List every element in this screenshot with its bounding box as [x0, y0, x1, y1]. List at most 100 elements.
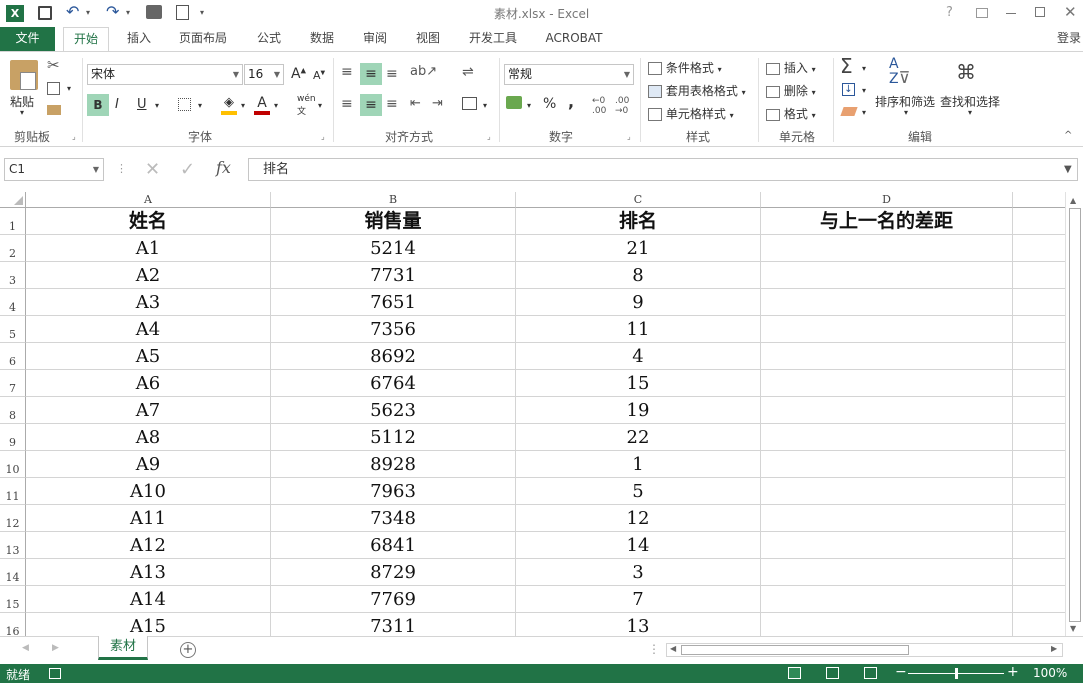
clipboard-launcher-icon[interactable]: ⌟: [72, 132, 76, 141]
align-right-icon[interactable]: ≡: [386, 96, 398, 112]
table-cell[interactable]: [761, 289, 1013, 316]
vertical-scrollbar[interactable]: ▲ ▼: [1065, 192, 1083, 636]
copy-icon[interactable]: [47, 82, 60, 95]
table-cell[interactable]: 12: [516, 505, 761, 532]
row-header[interactable]: 7: [0, 370, 26, 397]
horizontal-scroll-thumb[interactable]: [681, 645, 909, 655]
row-header[interactable]: 16: [0, 613, 26, 636]
copy-dropdown-icon[interactable]: ▾: [67, 84, 71, 93]
table-cell[interactable]: A11: [26, 505, 271, 532]
table-cell[interactable]: [1013, 613, 1065, 636]
table-cell[interactable]: 8928: [271, 451, 516, 478]
collapse-ribbon-icon[interactable]: ^: [1064, 130, 1072, 141]
row-header[interactable]: 11: [0, 478, 26, 505]
underline-button[interactable]: U: [137, 97, 147, 112]
align-center-icon[interactable]: ≡: [360, 94, 382, 116]
format-as-table-button[interactable]: 套用表格格式 ▾: [648, 82, 746, 99]
table-cell[interactable]: [1013, 370, 1065, 397]
table-cell[interactable]: 5: [516, 478, 761, 505]
align-left-icon[interactable]: ≡: [341, 96, 353, 112]
table-cell[interactable]: A8: [26, 424, 271, 451]
table-cell[interactable]: [761, 316, 1013, 343]
table-cell[interactable]: [761, 532, 1013, 559]
percent-button[interactable]: %: [543, 96, 556, 112]
zoom-in-button[interactable]: +: [1007, 664, 1019, 680]
table-cell[interactable]: 21: [516, 235, 761, 262]
column-header[interactable]: A: [26, 192, 271, 208]
fill-color-icon[interactable]: ◈: [221, 95, 237, 115]
minimize-button[interactable]: [1006, 13, 1016, 14]
table-cell[interactable]: [1013, 478, 1065, 505]
format-cells-button[interactable]: 格式 ▾: [766, 105, 816, 122]
clear-dropdown-icon[interactable]: ▾: [862, 108, 866, 117]
worksheet-grid[interactable]: ABCD 1 2 3 4 5 6 7 8 9 10 11 12 13 14 15 16 姓名 销售量 排名 与上一名…: [0, 192, 1065, 636]
table-cell[interactable]: A15: [26, 613, 271, 636]
decrease-indent-icon[interactable]: ⇤: [410, 96, 421, 111]
table-cell[interactable]: [761, 559, 1013, 586]
column-header[interactable]: D: [761, 192, 1013, 208]
table-cell[interactable]: A3: [26, 289, 271, 316]
sort-filter-dropdown-icon[interactable]: ▾: [904, 108, 908, 117]
header-cell[interactable]: 与上一名的差距: [761, 208, 1013, 235]
table-cell[interactable]: 15: [516, 370, 761, 397]
decrease-decimal-icon[interactable]: .00 →0: [615, 96, 629, 116]
vertical-scroll-thumb[interactable]: [1069, 208, 1081, 622]
formula-bar-options-icon[interactable]: ⋮: [116, 162, 127, 175]
phonetic-icon[interactable]: wén 文: [297, 94, 316, 117]
table-cell[interactable]: [1013, 559, 1065, 586]
row-header[interactable]: 9: [0, 424, 26, 451]
table-cell[interactable]: 5214: [271, 235, 516, 262]
table-cell[interactable]: [761, 505, 1013, 532]
maximize-button[interactable]: [1035, 7, 1045, 17]
wrap-text-icon[interactable]: ⇌: [462, 64, 474, 80]
table-cell[interactable]: A4: [26, 316, 271, 343]
table-cell[interactable]: [761, 451, 1013, 478]
merge-center-icon[interactable]: [462, 97, 477, 110]
table-cell[interactable]: 7311: [271, 613, 516, 636]
bottom-align-icon[interactable]: ≡: [386, 66, 398, 82]
column-header[interactable]: C: [516, 192, 761, 208]
help-button[interactable]: ?: [946, 5, 953, 20]
zoom-level[interactable]: 100%: [1033, 666, 1067, 680]
table-cell[interactable]: A1: [26, 235, 271, 262]
table-cell[interactable]: 19: [516, 397, 761, 424]
conditional-format-button[interactable]: 条件格式 ▾: [648, 59, 722, 76]
zoom-out-button[interactable]: −: [895, 664, 907, 680]
table-cell[interactable]: [761, 613, 1013, 636]
fill-dropdown-icon[interactable]: ▾: [862, 86, 866, 95]
row-header[interactable]: 15: [0, 586, 26, 613]
header-cell[interactable]: 销售量: [271, 208, 516, 235]
binoculars-icon[interactable]: ⌘: [956, 62, 982, 84]
format-painter-icon[interactable]: [47, 105, 61, 115]
scroll-right-icon[interactable]: ▶: [1051, 644, 1057, 653]
next-sheet-icon[interactable]: ▶: [52, 643, 59, 653]
table-cell[interactable]: 8692: [271, 343, 516, 370]
table-cell[interactable]: [761, 370, 1013, 397]
table-cell[interactable]: [761, 343, 1013, 370]
table-cell[interactable]: [761, 397, 1013, 424]
table-cell[interactable]: 7356: [271, 316, 516, 343]
header-cell[interactable]: 排名: [516, 208, 761, 235]
table-cell[interactable]: [1013, 451, 1065, 478]
table-cell[interactable]: 7963: [271, 478, 516, 505]
table-cell[interactable]: 13: [516, 613, 761, 636]
scroll-left-icon[interactable]: ◀: [670, 644, 676, 653]
normal-view-icon[interactable]: [788, 667, 801, 679]
tab-acrobat[interactable]: ACROBAT: [540, 27, 608, 51]
prev-sheet-icon[interactable]: ◀: [22, 643, 29, 653]
grow-font-button[interactable]: A▲: [291, 66, 306, 82]
row-header[interactable]: 2: [0, 235, 26, 262]
table-cell[interactable]: A5: [26, 343, 271, 370]
merge-dropdown-icon[interactable]: ▾: [483, 101, 487, 110]
header-cell[interactable]: 姓名: [26, 208, 271, 235]
italic-button[interactable]: I: [115, 97, 119, 112]
delete-cells-button[interactable]: 删除 ▾: [766, 82, 816, 99]
paste-dropdown-icon[interactable]: ▾: [20, 108, 24, 117]
ribbon-display-icon[interactable]: [976, 8, 988, 18]
borders-icon[interactable]: [178, 98, 191, 111]
tab-data[interactable]: 数据: [301, 27, 343, 51]
autosum-dropdown-icon[interactable]: ▾: [862, 64, 866, 73]
table-cell[interactable]: [1013, 424, 1065, 451]
zoom-slider-thumb[interactable]: [955, 668, 958, 679]
table-cell[interactable]: 7348: [271, 505, 516, 532]
